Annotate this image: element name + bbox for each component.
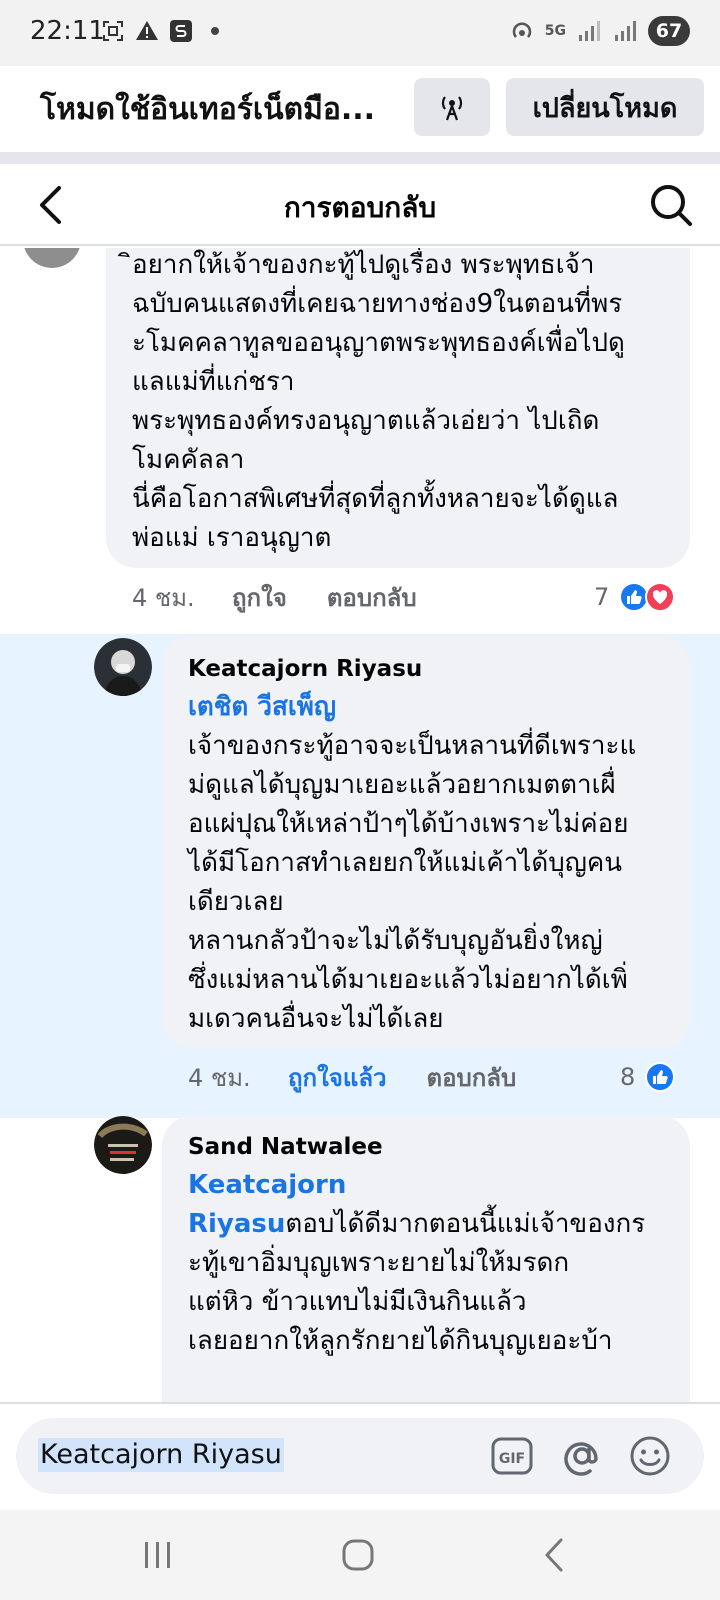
page-title: การตอบกลับ [283,191,437,224]
home-icon [342,1539,374,1571]
back-nav-button[interactable] [524,1532,584,1578]
reply-time: 4 ชม. [188,1064,251,1092]
hotspot-icon [509,18,535,44]
reply-line: ซึ่งแม่หลานได้มาเยอะแล้วไม่อยากได้เพิ่ [188,965,628,995]
comment-line: พ่อแม่ เราอนุญาต [132,523,332,553]
reaction-count: 7 [594,583,610,611]
reply-author[interactable]: Keatcajorn Riyasu [188,652,636,686]
screenshot-icon [100,18,126,44]
back-nav-icon [545,1538,563,1572]
reaction-summary[interactable]: 8 [620,1062,676,1092]
liked-button[interactable]: ถูกใจแล้ว [288,1058,387,1097]
mention-icon [564,1442,598,1476]
reply-line: อแผ่ปุณให้เหล่าป้าๆได้บ้างเพราะไม่ค่อย [188,809,629,839]
switch-mode-button[interactable]: เปลี่ยนโหมด [506,78,704,136]
signal-icon-2 [612,18,638,44]
reaction-summary[interactable]: 7 [594,582,676,612]
battery-indicator: 67 [648,16,690,46]
reply-author[interactable]: Sand Natwalee [188,1130,645,1164]
mentioned-user[interactable]: เตชิต วีสเพ็ญ [188,688,636,727]
reply-line: เจ้าของกระทู้อาจจะเป็นหลานที่ดีเพราะแ [188,731,637,761]
reply-line: แต่หิว ข้าวแทบไม่มีเงินกินแล้ว [188,1287,527,1317]
broadcast-icon [441,96,463,121]
home-button[interactable] [328,1532,388,1578]
reply-text: Keatcajorn Riyasu เตชิต วีสเพ็ญ เจ้าของก… [188,652,636,1039]
system-icons: 5G 67 [509,16,690,46]
mentioned-user[interactable]: Riyasu [188,1209,285,1239]
like-reaction-icon [645,1062,676,1092]
avatar[interactable] [94,638,152,696]
status-time: 22:11 [30,16,105,46]
replies-feed[interactable]: ิอยากให้เจ้าของกะทู้ไปดูเรื่อง พระพุทธเจ… [0,248,720,1402]
recent-apps-icon [145,1542,170,1568]
gif-button[interactable]: GIF [488,1432,536,1480]
warning-icon [134,18,160,44]
avatar[interactable] [94,1116,152,1174]
search-button[interactable] [646,180,696,230]
reply-line: ได้มีโอกาสทำเลยยกให้แม่เค้าได้บุญคน [188,848,623,878]
gif-icon: GIF [491,1437,533,1475]
reply-line: เดียวเลย [188,887,284,917]
comment-line: นี่คือโอกาสพิเศษที่สุดที่ลูกทั้งหลายจะได… [132,484,619,514]
dot-icon [202,18,228,44]
like-button[interactable]: ถูกใจ [232,578,287,617]
data-mode-banner: โหมดใช้อินเทอร์เน็ตมือ... เปลี่ยนโหมด [0,66,720,152]
love-reaction-icon [645,582,676,612]
reply-line-rest: ตอบได้ดีมากตอนนี้แม่เจ้าของกร [285,1209,646,1239]
notification-icons [100,18,228,44]
reply-line: Riyasuตอบได้ดีมากตอนนี้แม่เจ้าของกร [188,1205,645,1244]
broadcast-button[interactable] [414,78,490,136]
status-bar: 22:11 5G 67 [0,0,720,66]
comment-line: โมคคัลลา [132,445,245,475]
divider [0,152,720,164]
reply-line: ะทู้เขาอิ่มบุญเพราะยายไม่ให้มรดก [188,1248,570,1278]
comment-line: แลแม่ที่แก่ชรา [132,367,295,397]
network-type-label: 5G [544,23,566,39]
reply-actions: 4 ชม. ถูกใจแล้ว ตอบกลับ [188,1058,556,1097]
mention-button[interactable] [558,1432,606,1480]
comment-line: ิอยากให้เจ้าของกะทู้ไปดูเรื่อง พระพุทธเจ… [132,250,595,280]
comment-composer-bar: Keatcajorn Riyasu GIF [0,1402,720,1510]
signal-icon [576,18,602,44]
comment-time: 4 ชม. [132,584,195,612]
comment-line: พระพุทธองค์ทรงอนุญาตแล้วเอ่ยว่า ไปเถิด [132,406,600,436]
reaction-count: 8 [620,1063,636,1091]
data-mode-text: โหมดใช้อินเทอร์เน็ตมือ... [40,92,376,127]
comment-input-value[interactable]: Keatcajorn Riyasu [38,1438,284,1472]
comment-actions: 4 ชม. ถูกใจ ตอบกลับ [132,578,457,617]
recent-apps-button[interactable] [128,1532,188,1578]
comment-line: ฉบับคนแสดงที่เคยฉายทางช่อง9ในตอนที่พร [132,289,623,319]
emoji-button[interactable] [626,1432,674,1480]
s-app-icon [168,18,194,44]
reply-line: เลยอยากให้ลูกรักยายได้กินบุญเยอะบ้า [188,1326,613,1356]
emoji-icon [630,1436,670,1476]
reply-line: มเดวคนอื่นจะไม่ได้เลย [188,1004,444,1034]
system-navigation-bar [0,1510,720,1600]
avatar[interactable] [22,248,82,268]
reply-line: หลานกลัวป้าจะไม่ได้รับบุญอันยิ่งใหญ่ [188,926,603,956]
reply-button[interactable]: ตอบกลับ [427,1058,517,1097]
comment-line: ะโมคคลาทูลขออนุญาตพระพุทธองค์เพื่อไปดู [132,328,625,358]
reply-line: ม่ดูแลได้บุญมาเยอะแล้วอยากเมตตาเผื่ [188,770,616,800]
svg-text:GIF: GIF [499,1451,525,1467]
comment-text: ิอยากให้เจ้าของกะทู้ไปดูเรื่อง พระพุทธเจ… [132,248,625,558]
replies-header: การตอบกลับ [0,164,720,246]
search-icon [651,185,692,226]
reply-text: Sand Natwalee Keatcajorn Riyasuตอบได้ดีม… [188,1130,645,1361]
comment-input-field[interactable]: Keatcajorn Riyasu GIF [16,1418,704,1494]
mentioned-user[interactable]: Keatcajorn [188,1166,645,1205]
reply-button[interactable]: ตอบกลับ [327,578,417,617]
